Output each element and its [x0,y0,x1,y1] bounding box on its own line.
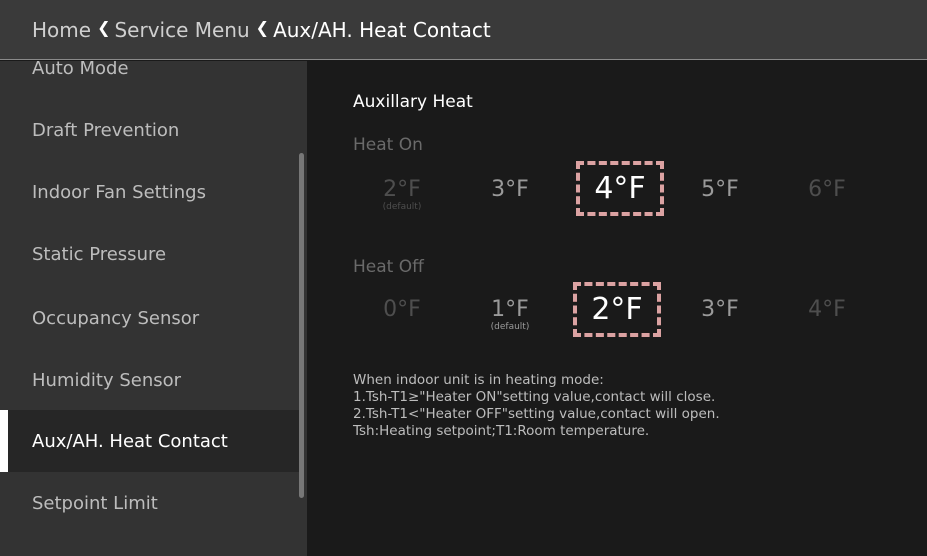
heat-on-label: Heat On [353,135,423,155]
default-note: (default) [490,322,530,332]
breadcrumb-service-menu[interactable]: Service Menu [114,18,249,42]
sidebar-item-occupancy-sensor[interactable]: Occupancy Sensor [0,287,300,349]
option-value: 3°F [701,297,739,322]
sidebar-item-draft-prevention[interactable]: Draft Prevention [0,99,300,161]
note-line: 1.Tsh-T1≥"Heater ON"setting value,contac… [353,389,716,405]
sidebar-item-label: Auto Mode [32,61,129,79]
heat-on-option[interactable]: 3°F [470,176,550,204]
heat-off-option[interactable]: 4°F [787,296,867,324]
heat-on-option[interactable]: 5°F [680,176,760,204]
chevron-left-icon: ❮ [255,18,270,37]
sidebar-item-label: Draft Prevention [32,119,180,141]
note-line: Tsh:Heating setpoint;T1:Room temperature… [353,423,650,439]
sidebar-item-label: Static Pressure [32,243,167,265]
help-note: When indoor unit is in heating mode: 1.T… [353,372,720,440]
heat-off-option-selected[interactable]: 2°F [573,282,661,337]
sidebar: Auto Mode Draft Prevention Indoor Fan Se… [0,61,307,556]
heat-off-option[interactable]: 1°F (default) [470,296,550,332]
heat-off-option[interactable]: 3°F [680,296,760,324]
heat-off-option[interactable]: 0°F [362,296,442,324]
note-line: 2.Tsh-T1<"Heater OFF"setting value,conta… [353,406,720,422]
breadcrumb-home[interactable]: Home [32,18,91,42]
sidebar-item-label: Humidity Sensor [32,369,182,391]
option-value: 3°F [491,177,529,202]
sidebar-item-humidity-sensor[interactable]: Humidity Sensor [0,349,300,411]
default-note: (default) [382,202,422,212]
option-value: 4°F [594,171,646,206]
sidebar-item-label: Aux/AH. Heat Contact [32,430,228,452]
option-value: 1°F [491,297,529,322]
sidebar-item-label: Indoor Fan Settings [32,181,206,203]
breadcrumb: Home ❮ Service Menu ❮ Aux/AH. Heat Conta… [0,0,927,60]
option-value: 0°F [383,297,421,322]
breadcrumb-current: Aux/AH. Heat Contact [273,17,491,42]
option-value: 2°F [383,177,421,202]
sidebar-item-indoor-fan-settings[interactable]: Indoor Fan Settings [0,161,300,223]
heat-on-option[interactable]: 6°F [787,176,867,204]
sidebar-item-label: Occupancy Sensor [32,307,200,329]
option-value: 2°F [591,292,643,327]
sidebar-item-setpoint-limit[interactable]: Setpoint Limit [0,472,300,534]
heat-on-option[interactable]: 2°F (default) [362,176,442,212]
option-value: 6°F [808,177,846,202]
section-title: Auxillary Heat [353,92,473,112]
main-panel: Auxillary Heat Heat On 2°F (default) 3°F… [307,61,927,556]
sidebar-item-aux-heat-contact[interactable]: Aux/AH. Heat Contact [0,410,300,472]
option-value: 5°F [701,177,739,202]
heat-on-option-selected[interactable]: 4°F [576,161,664,216]
note-line: When indoor unit is in heating mode: [353,372,604,388]
option-value: 4°F [808,297,846,322]
sidebar-item-auto-mode[interactable]: Auto Mode [0,61,300,99]
sidebar-item-static-pressure[interactable]: Static Pressure [0,223,300,285]
sidebar-scrollbar[interactable] [299,153,304,498]
heat-off-label: Heat Off [353,257,424,277]
sidebar-item-label: Setpoint Limit [32,492,158,514]
chevron-left-icon: ❮ [97,18,111,37]
